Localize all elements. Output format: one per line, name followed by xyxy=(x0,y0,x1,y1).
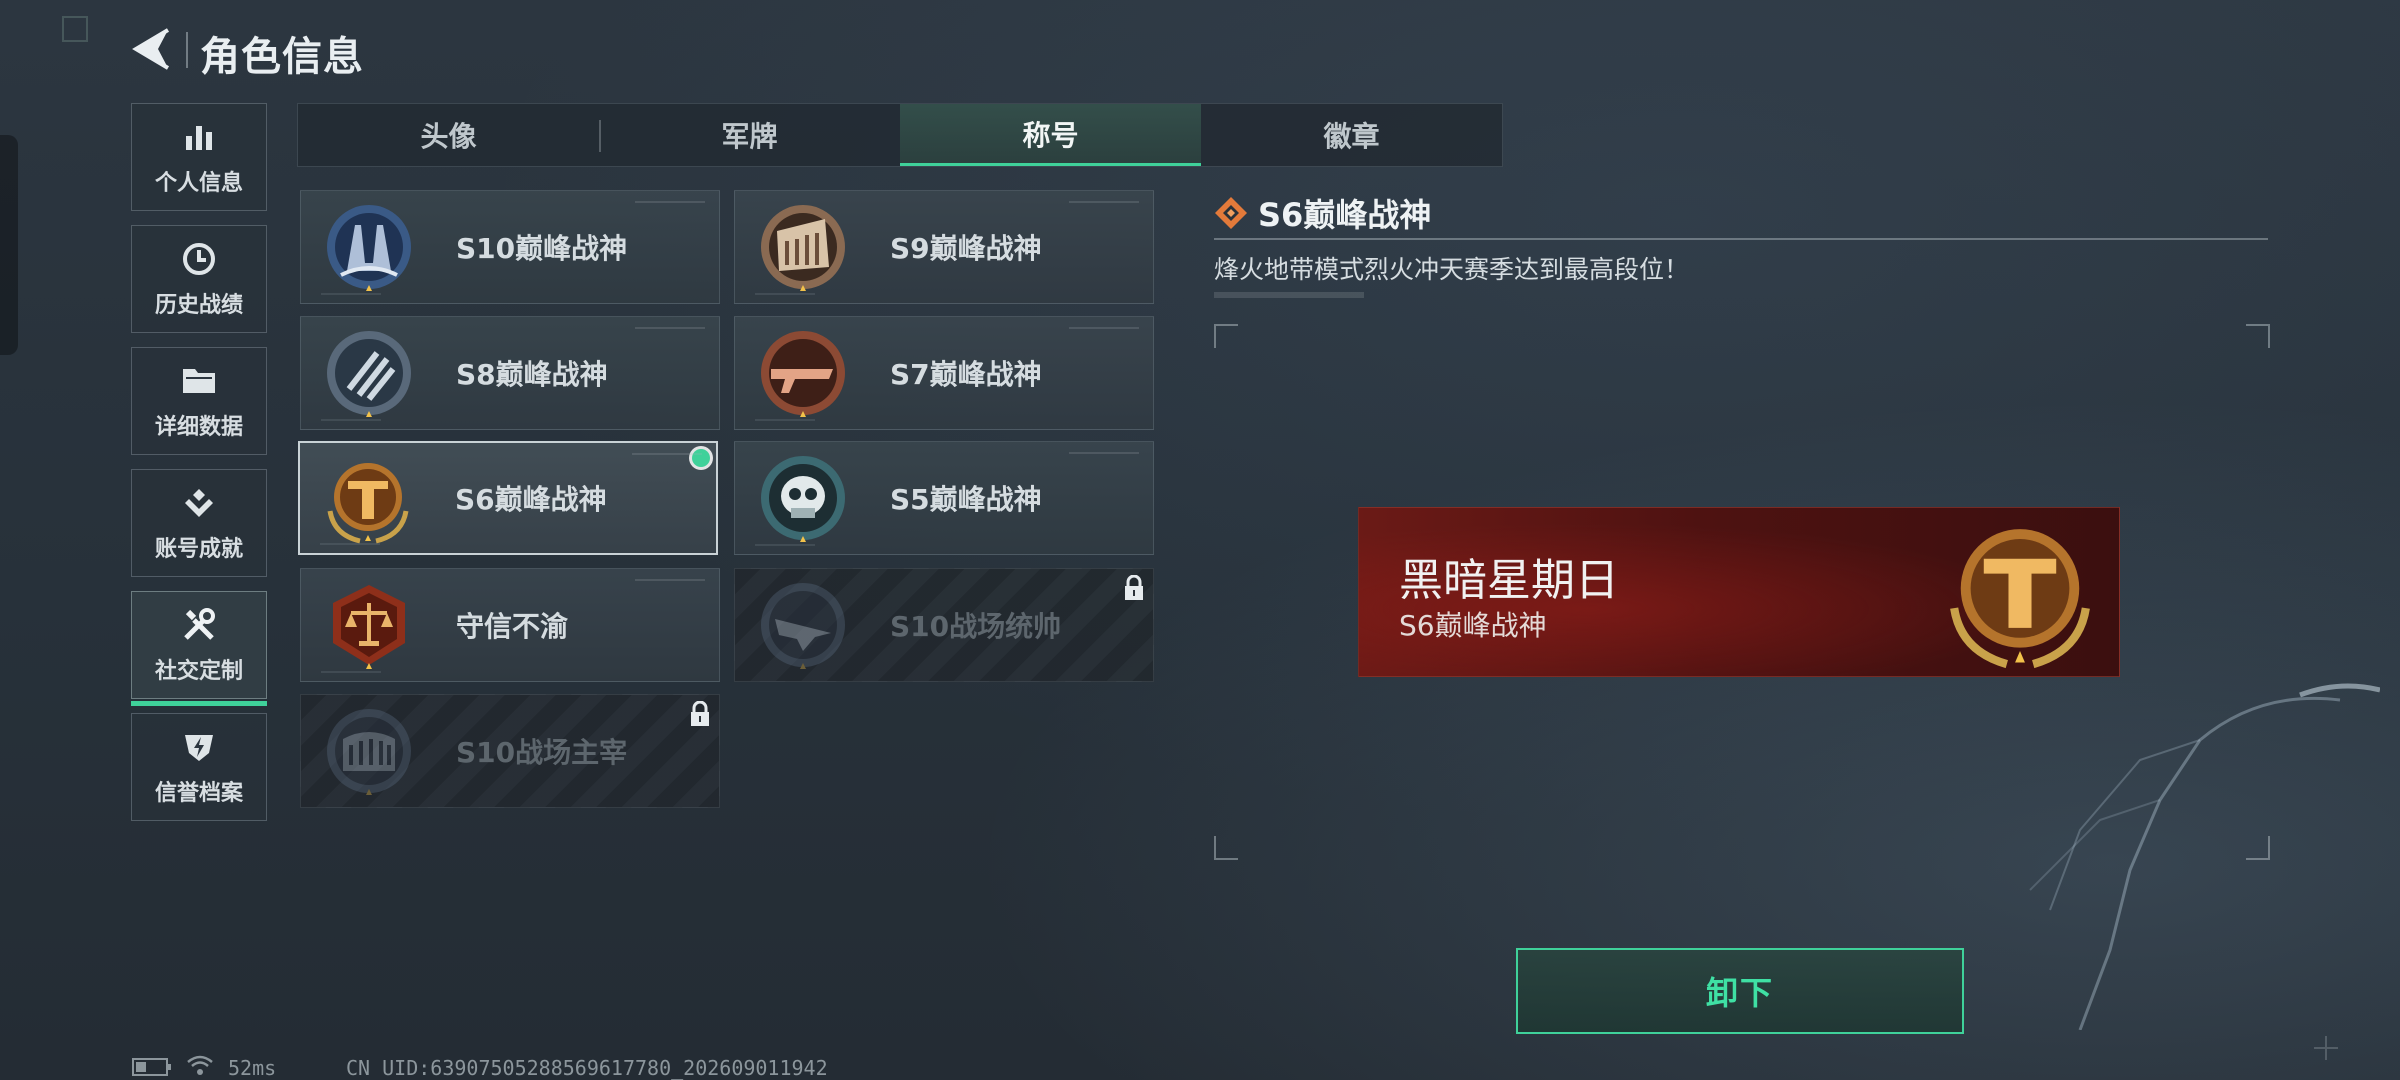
card-decoration xyxy=(320,543,380,545)
edge-handle xyxy=(0,135,18,355)
achievement-icon xyxy=(179,483,219,523)
back-arrow-icon xyxy=(132,28,170,70)
back-button[interactable] xyxy=(128,24,176,74)
title-card-s6-peak[interactable]: S6巅峰战神 xyxy=(298,441,718,555)
tab-avatar[interactable]: 头像 xyxy=(298,104,599,166)
bar-chart-icon xyxy=(179,117,219,157)
frame-corner xyxy=(2246,324,2270,348)
sidebar-item-history[interactable]: 历史战绩 xyxy=(131,225,267,333)
credit-shield-icon xyxy=(179,727,219,767)
title-preview-banner: 黑暗星期日 S6巅峰战神 xyxy=(1358,507,2120,677)
frame-corner xyxy=(1214,836,1238,860)
emblem-gold-t-icon xyxy=(327,463,409,544)
title-card-s5-peak[interactable]: S5巅峰战神 xyxy=(734,441,1154,555)
sidebar-item-label: 个人信息 xyxy=(154,171,243,196)
card-decoration xyxy=(755,419,815,421)
frame-corner xyxy=(1214,324,1238,348)
title-name: S10战场统帅 xyxy=(890,610,1062,643)
title-name: S9巅峰战神 xyxy=(890,232,1042,265)
tab-title[interactable]: 称号 xyxy=(900,104,1201,166)
card-decoration xyxy=(755,293,815,295)
sidebar-item-social[interactable]: 社交定制 xyxy=(131,591,267,706)
title-name: S8巅峰战神 xyxy=(456,358,608,391)
sidebar-item-label: 详细数据 xyxy=(154,415,243,440)
tab-dogtag[interactable]: 军牌 xyxy=(599,104,900,166)
emblem-bronze-ruins-icon xyxy=(761,205,845,291)
title-name: S10巅峰战神 xyxy=(456,232,628,265)
ping-readout: 52ms xyxy=(228,1056,277,1080)
divider xyxy=(1214,238,2268,240)
card-decoration xyxy=(1069,201,1139,203)
category-tabs: 头像 军牌 称号 徽章 xyxy=(297,103,1503,167)
emblem-skull-mask-icon xyxy=(761,456,845,542)
uid-readout: CN UID:6390750528856​9617780_20260901194… xyxy=(346,1056,828,1080)
title-name: S5巅峰战神 xyxy=(890,483,1042,516)
title-card-s7-peak[interactable]: S7巅峰战神 xyxy=(734,316,1154,430)
tab-badge[interactable]: 徽章 xyxy=(1201,104,1502,166)
title-separator xyxy=(186,32,188,68)
title-name: S6巅峰战神 xyxy=(455,483,607,516)
sidebar-item-label: 历史战绩 xyxy=(154,293,243,318)
title-card-faithful[interactable]: 守信不渝 xyxy=(300,568,720,682)
folder-icon xyxy=(179,361,219,401)
title-card-s10-dominator[interactable]: S10战场主宰 xyxy=(300,694,720,808)
title-name: S7巅峰战神 xyxy=(890,358,1042,391)
tools-icon xyxy=(179,605,219,645)
emblem-colosseum-icon xyxy=(327,709,411,795)
emblem-jet-icon xyxy=(761,583,845,669)
emblem-striped-disc-icon xyxy=(327,331,411,417)
title-card-s9-peak[interactable]: S9巅峰战神 xyxy=(734,190,1154,304)
card-decoration xyxy=(632,453,702,455)
card-decoration xyxy=(635,327,705,329)
lock-icon xyxy=(691,701,709,726)
card-decoration xyxy=(1069,327,1139,329)
page-title: 角色信息 xyxy=(200,34,364,80)
selected-title-description: 烽火地带模式烈火冲天赛季达到最高段位！ xyxy=(1214,255,1690,284)
title-card-s10-peak[interactable]: S10巅峰战神 xyxy=(300,190,720,304)
card-decoration xyxy=(321,671,381,673)
sidebar-item-label: 社交定制 xyxy=(154,659,243,684)
sidebar-item-achievements[interactable]: 账号成就 xyxy=(131,469,267,577)
card-decoration xyxy=(1069,452,1139,454)
emblem-gold-t-icon xyxy=(1950,529,2090,669)
title-card-s8-peak[interactable]: S8巅峰战神 xyxy=(300,316,720,430)
corner-marker xyxy=(62,16,88,42)
sidebar-item-label: 账号成就 xyxy=(154,537,243,562)
history-clock-icon xyxy=(179,239,219,279)
sidebar-item-credit[interactable]: 信誉档案 xyxy=(131,713,267,821)
emblem-blue-bridge-icon xyxy=(327,205,411,291)
preview-title: S6巅峰战神 xyxy=(1399,609,1547,642)
title-name: 守信不渝 xyxy=(456,610,569,643)
card-decoration xyxy=(321,293,381,295)
selected-title-name: S6巅峰战神 xyxy=(1258,196,1432,234)
battery-icon xyxy=(132,1058,171,1076)
wifi-icon xyxy=(187,1055,213,1075)
emblem-copper-rifle-icon xyxy=(761,331,845,417)
card-decoration xyxy=(755,544,815,546)
sidebar-item-details[interactable]: 详细数据 xyxy=(131,347,267,455)
equipped-indicator xyxy=(692,449,710,467)
card-decoration xyxy=(321,419,381,421)
title-name: S10战场主宰 xyxy=(456,736,628,769)
lock-icon xyxy=(1125,575,1143,600)
player-name: 黑暗星期日 xyxy=(1399,555,1619,606)
card-decoration xyxy=(635,201,705,203)
description-decoration xyxy=(1214,292,1364,298)
unequip-button[interactable]: 卸下 xyxy=(1516,948,1964,1034)
title-card-s10-commander[interactable]: S10战场统帅 xyxy=(734,568,1154,682)
sidebar-item-label: 信誉档案 xyxy=(154,781,243,806)
sidebar-item-profile[interactable]: 个人信息 xyxy=(131,103,267,211)
corner-crosshair xyxy=(2314,1036,2338,1060)
card-decoration xyxy=(635,579,705,581)
title-diamond-icon xyxy=(1215,197,1247,229)
emblem-scales-icon xyxy=(333,585,405,669)
